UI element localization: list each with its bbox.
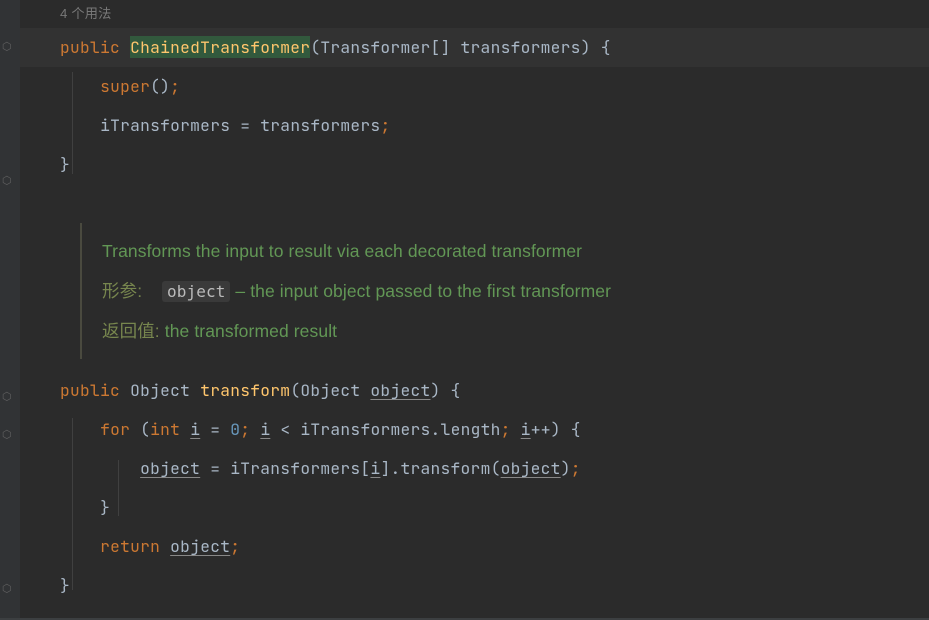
doc-param-line: 形参: object – the input object passed to … bbox=[102, 271, 929, 311]
loop-var: i bbox=[260, 418, 270, 440]
code-line[interactable]: } bbox=[20, 145, 929, 184]
keyword-public: public bbox=[60, 379, 120, 401]
code-line[interactable]: object = iTransformers[i].transform(obje… bbox=[20, 449, 929, 488]
param-name: transformers bbox=[461, 36, 581, 58]
keyword-public: public bbox=[60, 36, 120, 58]
var-ref: object bbox=[170, 535, 230, 557]
var-ref: object bbox=[501, 457, 561, 479]
code-editor[interactable]: ⬡ ⬡ ⬡ ⬡ ⬡ 4 个用法 public ChainedTransforme… bbox=[0, 0, 929, 620]
code-line[interactable]: return object; bbox=[20, 527, 929, 566]
doc-return-line: 返回值: the transformed result bbox=[102, 311, 929, 351]
var-ref: transformers bbox=[260, 114, 380, 136]
usage-hint[interactable]: 4 个用法 bbox=[20, 0, 929, 28]
loop-var: i bbox=[521, 418, 531, 440]
loop-var: i bbox=[190, 418, 200, 440]
field-ref: iTransformers bbox=[100, 114, 230, 136]
override-icon: ⬡ bbox=[2, 40, 12, 54]
constructor-name: ChainedTransformer bbox=[130, 36, 310, 58]
method-call: transform bbox=[400, 457, 490, 479]
doc-param-name: object bbox=[162, 281, 230, 302]
blank-line bbox=[20, 359, 929, 371]
var-ref: object bbox=[140, 457, 200, 479]
loop-var: i bbox=[370, 457, 380, 479]
param-type: Object bbox=[300, 379, 360, 401]
param-name: object bbox=[370, 379, 430, 401]
field-ref: iTransformers bbox=[300, 418, 430, 440]
keyword-return: return bbox=[100, 535, 160, 557]
length-prop: length bbox=[441, 418, 501, 440]
method-name: transform bbox=[200, 379, 290, 401]
code-line[interactable]: iTransformers = transformers; bbox=[20, 106, 929, 145]
code-line[interactable]: public Object transform(Object object) { bbox=[20, 371, 929, 410]
code-line[interactable]: for (int i = 0; i < iTransformers.length… bbox=[20, 410, 929, 449]
javadoc-block: Transforms the input to result via each … bbox=[80, 223, 929, 359]
number-literal: 0 bbox=[230, 418, 240, 440]
code-line[interactable]: } bbox=[20, 566, 929, 605]
keyword-for: for bbox=[100, 418, 130, 440]
code-line[interactable]: super(); bbox=[20, 67, 929, 106]
collapse-icon[interactable]: ⬡ bbox=[2, 582, 12, 596]
blank-line bbox=[20, 184, 929, 223]
gutter: ⬡ ⬡ ⬡ ⬡ ⬡ bbox=[0, 0, 20, 620]
return-type: Object bbox=[130, 379, 190, 401]
override-icon: ⬡ bbox=[2, 390, 12, 404]
code-line[interactable]: } bbox=[20, 488, 929, 527]
keyword-int: int bbox=[150, 418, 180, 440]
param-type: Transformer[] bbox=[320, 36, 450, 58]
field-ref: iTransformers bbox=[230, 457, 360, 479]
override-down-icon: ⬡ bbox=[2, 428, 12, 442]
doc-summary: Transforms the input to result via each … bbox=[102, 231, 929, 271]
keyword-super: super bbox=[100, 75, 150, 97]
collapse-icon[interactable]: ⬡ bbox=[2, 174, 12, 188]
code-line[interactable]: public ChainedTransformer(Transformer[] … bbox=[20, 28, 929, 67]
